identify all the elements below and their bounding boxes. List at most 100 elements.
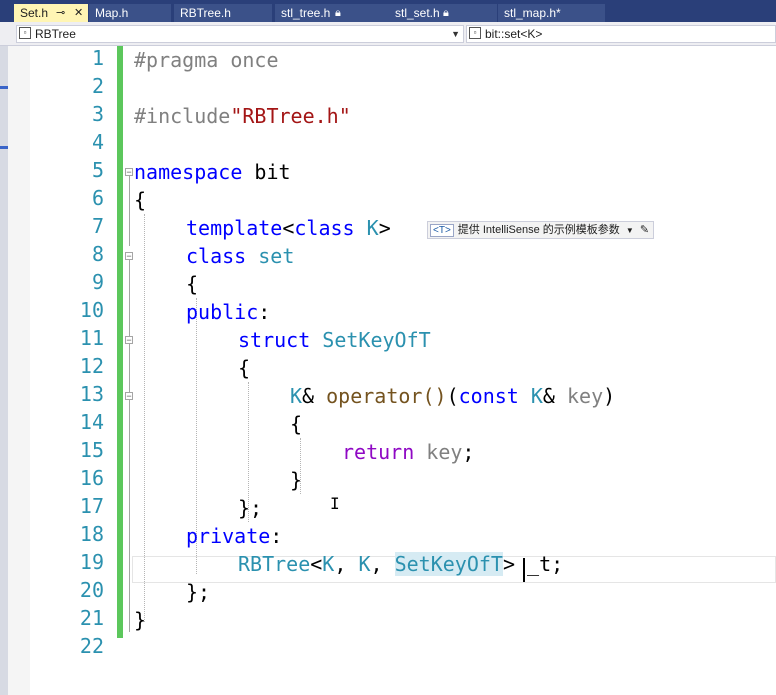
punctuation: , bbox=[370, 552, 395, 576]
member-dropdown-value: bit::set<K> bbox=[485, 27, 543, 41]
brace: { bbox=[186, 272, 199, 296]
line-number: 18 bbox=[79, 522, 104, 546]
tab-label: RBTree.h bbox=[180, 6, 231, 20]
line-number: 2 bbox=[91, 74, 104, 98]
keyword: template bbox=[186, 216, 283, 240]
code-line-9: { bbox=[186, 270, 198, 298]
document-tab-bar: Set.h ⊸ ✕ Map.h RBTree.h stl_tree.h 🔒︎ s… bbox=[0, 0, 776, 22]
member-dropdown[interactable]: ▫ bit::set<K> bbox=[466, 25, 776, 43]
line-number: 22 bbox=[79, 634, 104, 658]
brace: } bbox=[134, 608, 147, 632]
line-number: 19 bbox=[79, 550, 104, 574]
highlighted-type-name: SetKeyOfT bbox=[394, 552, 503, 576]
chevron-down-icon[interactable]: ▼ bbox=[626, 226, 634, 235]
line-number: 9 bbox=[91, 270, 104, 294]
punctuation: < bbox=[282, 216, 295, 240]
code-line-15: return key; bbox=[342, 438, 474, 466]
keyword: const bbox=[458, 384, 519, 408]
type-name: K bbox=[358, 552, 371, 576]
punctuation: : bbox=[270, 524, 283, 548]
punctuation: > bbox=[378, 216, 391, 240]
line-number: 14 bbox=[79, 410, 104, 434]
code-line-16: } bbox=[290, 466, 302, 494]
collapse-icon[interactable]: − bbox=[125, 336, 133, 345]
text-caret bbox=[523, 558, 525, 582]
line-number: 10 bbox=[79, 298, 104, 322]
type-name: RBTree bbox=[238, 552, 311, 576]
tab-label: stl_set.h bbox=[395, 6, 440, 20]
code-line-3: #include"RBTree.h" bbox=[134, 102, 351, 130]
scope-dropdown[interactable]: ▫ RBTree ▼ bbox=[16, 25, 464, 43]
line-number: 12 bbox=[79, 354, 104, 378]
parameter-name: key bbox=[414, 440, 463, 464]
code-line-8: class set bbox=[186, 242, 294, 270]
brace: }; bbox=[238, 496, 263, 520]
template-tag-icon: <T> bbox=[430, 224, 454, 237]
keyword: namespace bbox=[134, 160, 243, 184]
brace: { bbox=[134, 188, 147, 212]
change-tracking-bar bbox=[117, 46, 123, 638]
selection-margin bbox=[8, 46, 30, 695]
outline-line bbox=[129, 400, 130, 632]
preprocessor-directive: #pragma once bbox=[134, 48, 279, 72]
keyword: private bbox=[186, 524, 271, 548]
class-name: set bbox=[246, 244, 295, 268]
punctuation: & bbox=[542, 384, 568, 408]
struct-name: SetKeyOfT bbox=[310, 328, 431, 352]
collapse-icon[interactable]: − bbox=[125, 252, 133, 261]
code-line-1: #pragma once bbox=[134, 46, 279, 74]
outline-line bbox=[129, 344, 130, 392]
tab-label: stl_map.h* bbox=[504, 6, 561, 20]
line-number: 13 bbox=[79, 382, 104, 406]
string-literal: "RBTree.h" bbox=[230, 104, 351, 128]
collapse-icon[interactable]: − bbox=[125, 392, 133, 401]
line-number: 16 bbox=[79, 466, 104, 490]
parameter-name: key bbox=[567, 384, 604, 408]
line-number: 3 bbox=[91, 102, 104, 126]
code-line-10: public: bbox=[186, 298, 270, 326]
pencil-icon[interactable]: ✎ bbox=[640, 224, 649, 236]
close-icon[interactable]: ✕ bbox=[74, 4, 83, 22]
scroll-marker bbox=[0, 146, 8, 149]
scope-dropdown-value: RBTree bbox=[35, 27, 76, 41]
code-line-7: template<class K> bbox=[186, 214, 391, 242]
punctuation: ( bbox=[446, 384, 459, 408]
tab-set-h[interactable]: Set.h ⊸ ✕ bbox=[14, 4, 88, 22]
template-argument-hint[interactable]: <T> 提供 IntelliSense 的示例模板参数 ▼ ✎ bbox=[427, 221, 655, 239]
tab-rbtree-h[interactable]: RBTree.h bbox=[174, 4, 272, 22]
chevron-down-icon: ▼ bbox=[451, 29, 460, 39]
outline-line bbox=[129, 260, 130, 336]
collapse-icon[interactable]: − bbox=[125, 168, 133, 177]
navigation-bar: ▫ RBTree ▼ ▫ bit::set<K> bbox=[0, 22, 776, 46]
keyword: public bbox=[186, 300, 259, 324]
brace: } bbox=[290, 468, 303, 492]
function-name: operator() bbox=[326, 384, 447, 408]
code-line-5: namespace bit bbox=[134, 158, 291, 186]
scroll-marker bbox=[0, 86, 8, 89]
code-editor[interactable]: 1 2 3 4 5 6 7 8 9 10 11 12 13 14 15 16 1… bbox=[8, 46, 776, 695]
line-number: 20 bbox=[79, 578, 104, 602]
hint-text: 提供 IntelliSense 的示例模板参数 bbox=[457, 224, 620, 236]
tab-stl-map-h[interactable]: stl_map.h* bbox=[498, 4, 605, 22]
tab-label: stl_tree.h bbox=[281, 6, 331, 20]
tab-stl-set-h[interactable]: stl_set.h 🔒︎ bbox=[389, 4, 497, 22]
code-line-21: } bbox=[134, 606, 146, 634]
line-number: 8 bbox=[91, 242, 104, 266]
type-name: K bbox=[322, 552, 335, 576]
line-number: 21 bbox=[79, 606, 104, 630]
keyword: class bbox=[186, 244, 247, 268]
tab-label: Set.h bbox=[20, 6, 49, 20]
brace: }; bbox=[186, 580, 211, 604]
tab-stl-tree-h[interactable]: stl_tree.h 🔒︎ bbox=[275, 4, 389, 22]
punctuation: , bbox=[334, 552, 359, 576]
keyword: class bbox=[294, 216, 355, 240]
type-name: K bbox=[518, 384, 543, 408]
punctuation: > _t; bbox=[502, 552, 564, 576]
punctuation: ; bbox=[462, 440, 475, 464]
line-number: 1 bbox=[91, 46, 104, 70]
tab-map-h[interactable]: Map.h bbox=[89, 4, 171, 22]
line-number: 5 bbox=[91, 158, 104, 182]
pin-icon[interactable]: ⊸ bbox=[56, 4, 65, 22]
brace: { bbox=[238, 356, 251, 380]
line-number: 17 bbox=[79, 494, 104, 518]
